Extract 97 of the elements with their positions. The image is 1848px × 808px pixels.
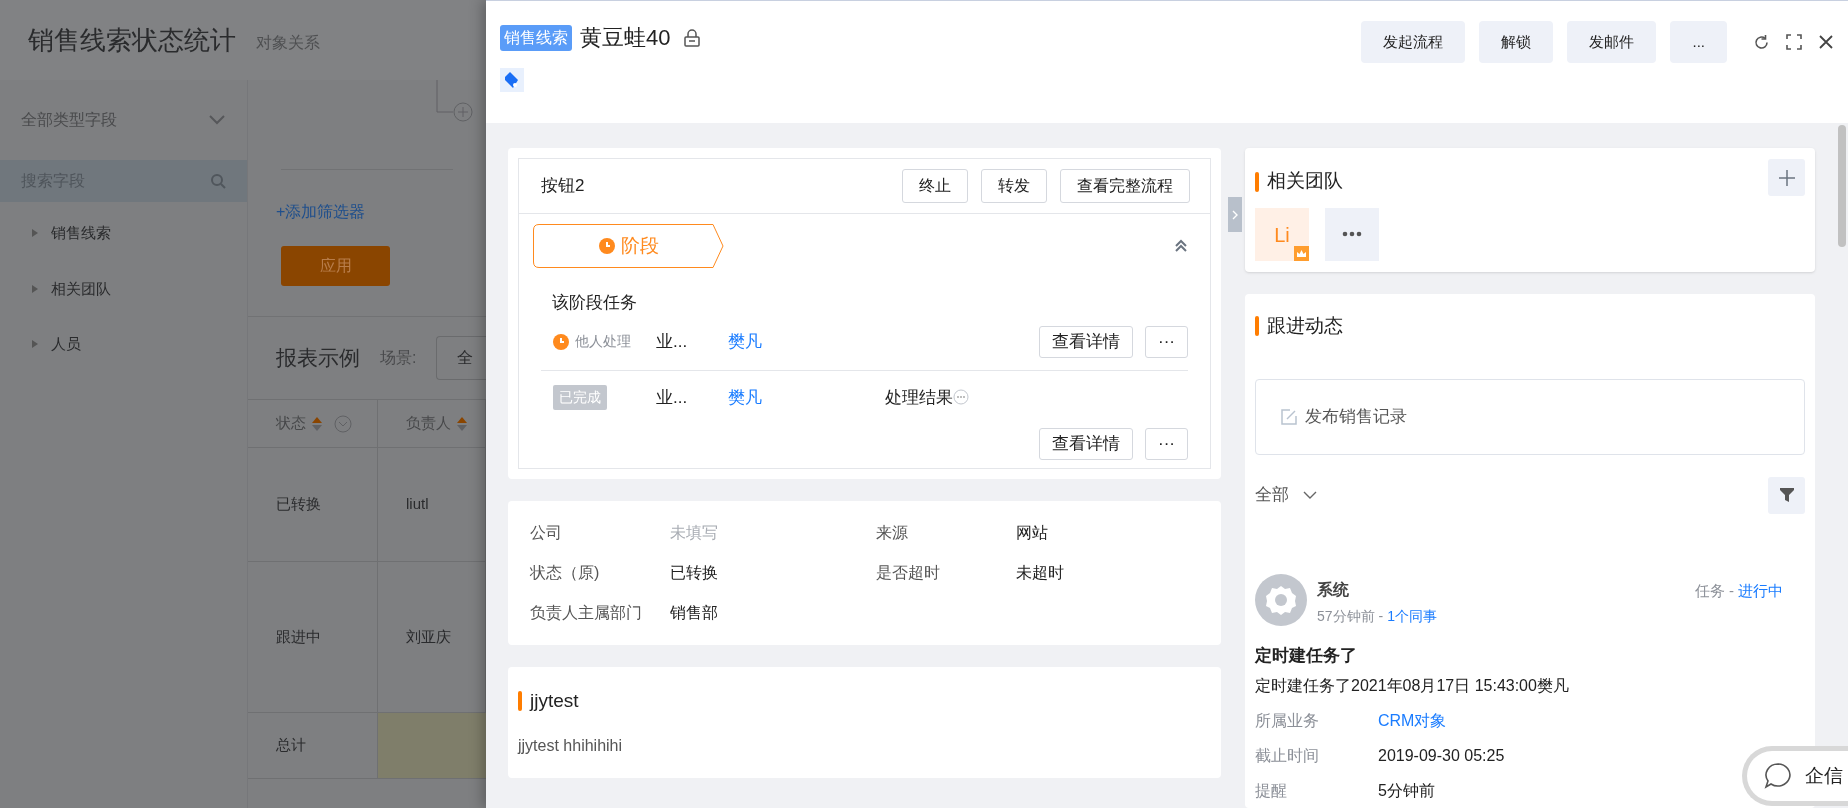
view-details-button[interactable]: 查看详情	[1039, 428, 1133, 460]
chat-button[interactable]: 企信	[1742, 746, 1848, 806]
section-text: jjytest hhihihihi	[518, 735, 624, 756]
publish-record-field[interactable]: 发布销售记录	[1255, 378, 1805, 455]
sort-icon	[457, 415, 467, 432]
assignee-link[interactable]: 樊凡	[728, 328, 885, 355]
accent-bar	[518, 691, 522, 712]
business-text: 业...	[656, 330, 689, 353]
colleagues-link[interactable]: 1个同事	[1387, 605, 1437, 627]
edit-icon	[1281, 408, 1297, 425]
header-action-button[interactable]: 解锁	[1479, 21, 1554, 63]
object-tag: 销售线索	[500, 24, 572, 51]
caret-right-icon[interactable]	[31, 339, 39, 350]
field-value: 未填写	[670, 523, 719, 543]
field-value: 已转换	[670, 563, 719, 583]
section-title: 相关团队	[1267, 169, 1343, 194]
entry-type: 任务 -	[1694, 580, 1734, 601]
gear-avatar-icon	[1255, 573, 1307, 626]
field-label: 是否超时	[876, 563, 941, 583]
field-label: 状态（原)	[530, 563, 601, 583]
process-button[interactable]: 转发	[981, 169, 1047, 203]
entry-title: 定时建任务了	[1255, 644, 1358, 667]
tasks-title: 该阶段任务	[551, 292, 638, 314]
table-cell-text: 已转换	[276, 494, 321, 515]
filter-circle-icon[interactable]	[334, 414, 352, 433]
funnel-icon	[1778, 487, 1795, 503]
table-cell-text: 跟进中	[276, 626, 321, 647]
tree-item[interactable]: 销售线索	[51, 222, 111, 245]
field-label: 来源	[876, 523, 909, 543]
table-cell-text: liutl	[406, 494, 429, 515]
entry-body: 定时建任务了2021年08月17日 15:43:00樊凡	[1255, 676, 1570, 696]
clock-icon	[598, 238, 615, 254]
close-icon[interactable]	[1818, 34, 1834, 50]
chevron-right-icon	[1232, 209, 1238, 220]
entry-field-value: 2019-09-30 05:25	[1378, 746, 1505, 766]
side-toggle-tab[interactable]	[1228, 197, 1242, 232]
tree-item[interactable]: 相关团队	[51, 277, 111, 300]
report-title: 报表示例	[276, 345, 360, 372]
caret-right-icon[interactable]	[31, 283, 39, 294]
header-action-button[interactable]: 发邮件	[1567, 21, 1657, 63]
entry-status: 进行中	[1738, 580, 1783, 601]
search-icon	[210, 173, 226, 189]
stage-chevron[interactable]: 阶段	[533, 224, 724, 268]
chevron-down-icon	[208, 114, 226, 126]
accent-bar	[1255, 316, 1259, 337]
field-value: 网站	[1016, 523, 1049, 543]
accent-bar	[1255, 171, 1259, 192]
field-label: 负责人主属部门	[530, 603, 643, 623]
entry-field-link[interactable]: CRM对象	[1378, 709, 1447, 733]
collapse-icon[interactable]	[1174, 239, 1188, 253]
filter-select[interactable]: 全部	[1255, 482, 1317, 508]
header-action-button[interactable]: ...	[1670, 21, 1727, 63]
apply-button[interactable]: 应用	[281, 246, 390, 286]
chevron-down-icon	[1303, 491, 1317, 499]
tag-icon[interactable]	[500, 68, 524, 92]
entry-field-value: 5分钟前	[1378, 781, 1435, 801]
section-title: 跟进动态	[1267, 314, 1343, 338]
process-title: 按钮2	[541, 175, 585, 198]
filter-button[interactable]	[1768, 476, 1805, 514]
page-title: 销售线索状态统计	[28, 23, 236, 57]
plus-icon	[1777, 168, 1796, 187]
field-value: 销售部	[670, 603, 719, 623]
sort-icon	[312, 415, 322, 432]
table-cell-text: 刘亚庆	[406, 626, 451, 647]
view-details-button[interactable]: 查看详情	[1039, 325, 1133, 358]
field-label: 公司	[530, 523, 563, 543]
member-avatar[interactable]: Li	[1255, 208, 1309, 261]
add-filter-link[interactable]: +添加筛选器	[276, 200, 486, 224]
scrollbar-thumb[interactable]	[1838, 125, 1846, 247]
more-members-icon[interactable]	[1325, 208, 1379, 261]
status-badge: 已完成	[553, 384, 607, 410]
caret-right-icon[interactable]	[31, 228, 39, 239]
clock-icon	[553, 333, 569, 350]
assignee-link[interactable]: 樊凡	[728, 384, 885, 410]
section-title: jjytest	[530, 689, 579, 713]
status-label: 他人处理	[575, 332, 631, 351]
result-label: 处理结果	[885, 386, 953, 409]
process-button[interactable]: 查看完整流程	[1060, 169, 1190, 203]
more-button[interactable]: ···	[1145, 325, 1188, 358]
entry-time: 57分钟前 -	[1317, 606, 1384, 626]
record-title: 黄豆蛙40	[580, 24, 671, 52]
process-button[interactable]: 终止	[902, 169, 968, 203]
add-button[interactable]	[1768, 159, 1805, 196]
more-button[interactable]: ···	[1145, 428, 1188, 460]
entry-field-label: 提醒	[1255, 781, 1288, 801]
chat-bubble-icon	[1763, 761, 1793, 791]
fullscreen-icon[interactable]	[1786, 34, 1802, 50]
ellipsis-circle-icon[interactable]	[953, 389, 969, 406]
refresh-icon[interactable]	[1753, 33, 1770, 51]
field-value: 未超时	[1016, 563, 1065, 583]
entry-field-label: 截止时间	[1255, 746, 1320, 766]
tree-item[interactable]: 人员	[51, 333, 81, 356]
entry-author: 系统	[1317, 579, 1350, 600]
entry-field-label: 所属业务	[1255, 711, 1320, 731]
business-text: 业...	[656, 386, 689, 409]
total-label: 总计	[276, 735, 306, 756]
header-action-button[interactable]: 发起流程	[1361, 21, 1466, 63]
